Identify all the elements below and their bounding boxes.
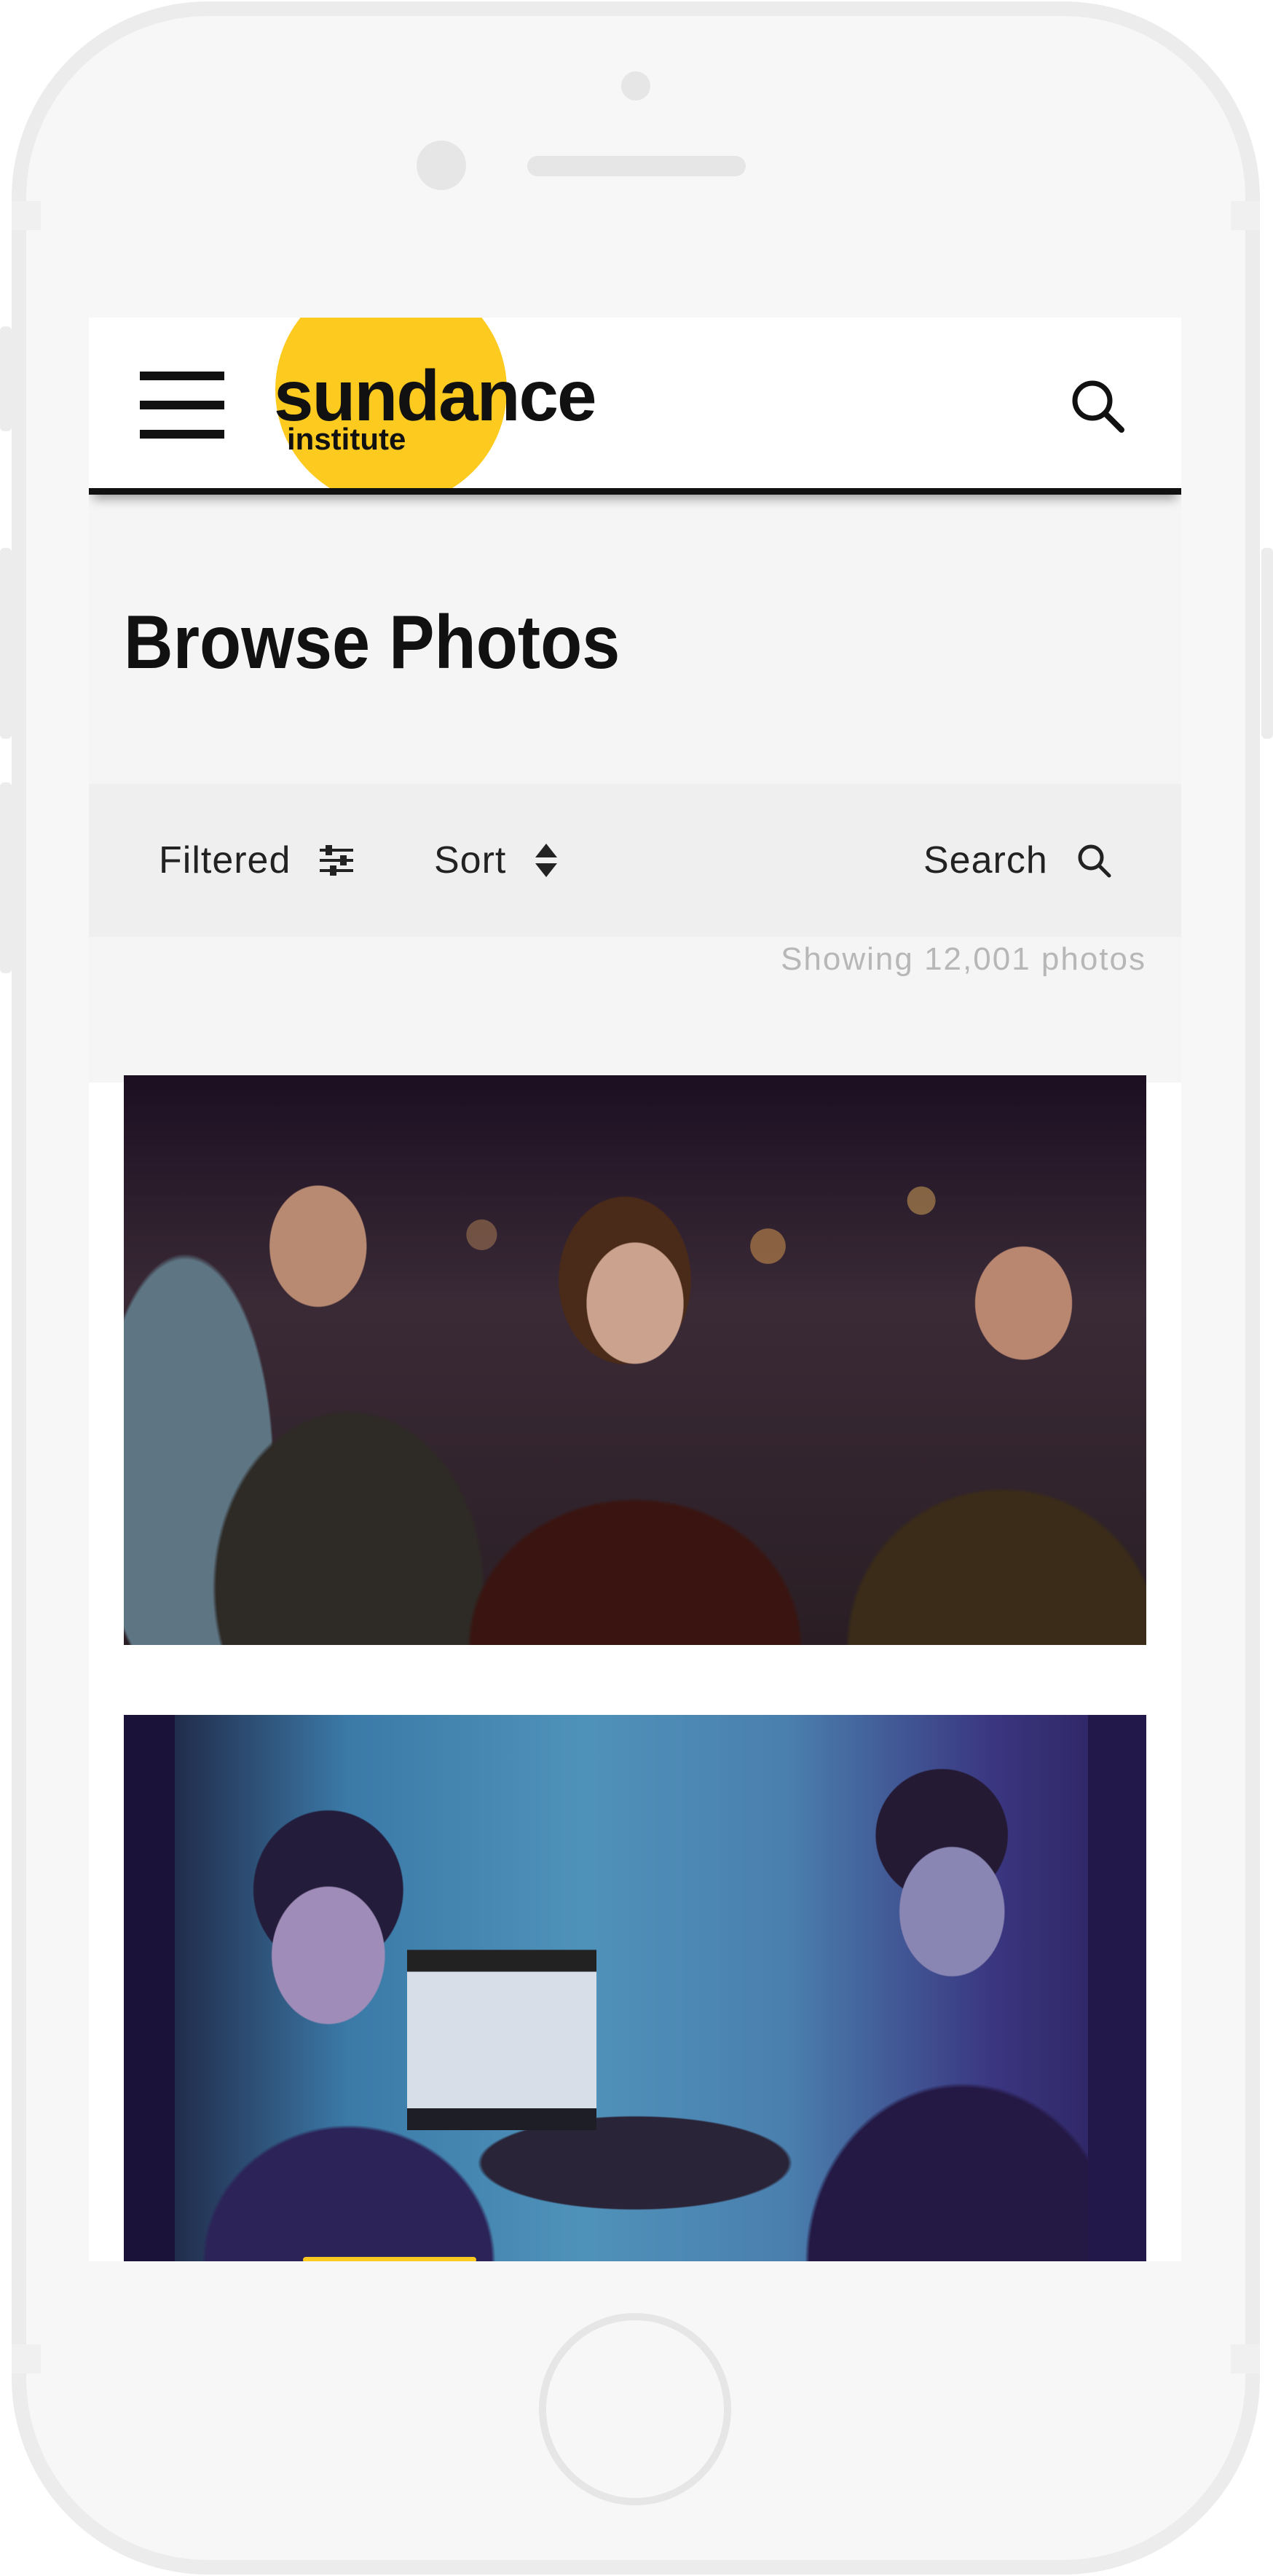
photo-card[interactable] <box>124 1075 1146 1645</box>
next-card-accent <box>303 2257 476 2261</box>
page-title: Browse Photos <box>124 600 620 685</box>
earpiece-speaker <box>527 156 746 176</box>
sort-label: Sort <box>434 839 507 881</box>
hamburger-menu-icon[interactable] <box>140 372 224 439</box>
search-button[interactable]: Search <box>923 784 1112 937</box>
antenna-band <box>1231 2344 1260 2373</box>
proximity-sensor <box>621 71 650 101</box>
front-camera <box>417 141 466 190</box>
site-header: sundance institute <box>89 318 1181 495</box>
photo-card[interactable] <box>124 1715 1146 2261</box>
search-icon <box>1076 842 1112 879</box>
browse-toolbar: Filtered Sort Search <box>89 784 1181 937</box>
logo-subtitle: institute <box>287 422 406 456</box>
power-button <box>1261 548 1273 739</box>
sort-button[interactable]: Sort <box>434 784 559 937</box>
photo-subject <box>124 1075 125 1076</box>
logo-wordmark: sundance <box>274 356 596 436</box>
filter-button[interactable]: Filtered <box>159 784 355 937</box>
antenna-band <box>12 201 41 230</box>
results-count: Showing 12,001 photos <box>781 941 1146 977</box>
phone-screen: sundance institute Browse Photos Filtere… <box>89 318 1181 2261</box>
sliders-icon <box>318 844 355 876</box>
antenna-band <box>1231 201 1260 230</box>
search-label: Search <box>923 839 1048 881</box>
sort-arrows-icon <box>534 842 559 879</box>
filter-label: Filtered <box>159 839 291 881</box>
mute-switch <box>0 326 12 431</box>
search-icon[interactable] <box>1069 377 1126 434</box>
antenna-band <box>12 2344 41 2373</box>
volume-up-button <box>0 548 12 739</box>
home-button[interactable] <box>539 2313 731 2505</box>
volume-down-button <box>0 782 12 973</box>
